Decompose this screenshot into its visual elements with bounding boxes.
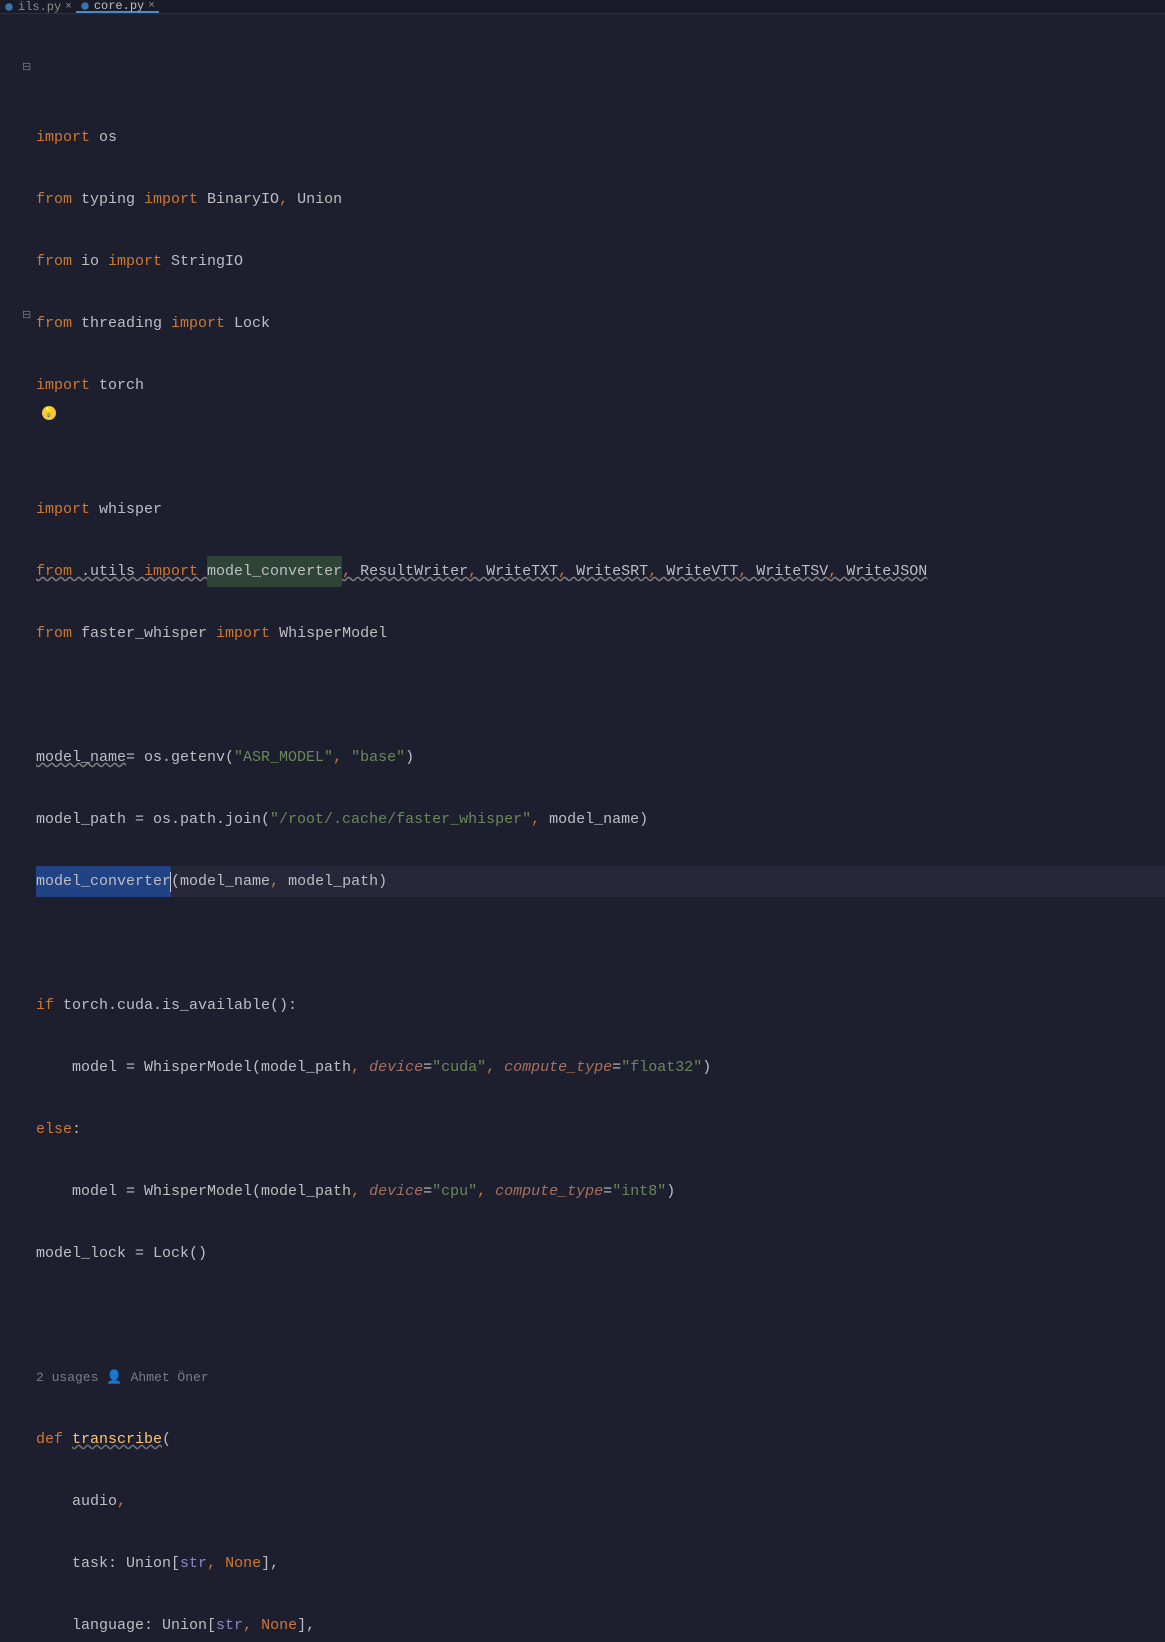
- code-line[interactable]: [36, 680, 1165, 711]
- code-line[interactable]: from typing import BinaryIO, Union: [36, 184, 1165, 215]
- editor-tabs: ils.py × core.py ×: [0, 0, 1165, 14]
- code-line[interactable]: def transcribe(: [36, 1424, 1165, 1455]
- code-line[interactable]: else:: [36, 1114, 1165, 1145]
- code-area[interactable]: import os from typing import BinaryIO, U…: [34, 14, 1165, 821]
- code-line[interactable]: model_name= os.getenv("ASR_MODEL", "base…: [36, 742, 1165, 773]
- tab-label: ils.py: [18, 0, 61, 14]
- close-icon[interactable]: ×: [148, 0, 155, 12]
- gutter: ⊟ ⊟ 💡: [0, 14, 34, 821]
- code-line[interactable]: [36, 928, 1165, 959]
- close-icon[interactable]: ×: [65, 1, 72, 13]
- code-line[interactable]: audio,: [36, 1486, 1165, 1517]
- tab-file-2[interactable]: core.py ×: [76, 0, 159, 13]
- code-line[interactable]: if torch.cuda.is_available():: [36, 990, 1165, 1021]
- lightbulb-icon[interactable]: 💡: [42, 406, 56, 420]
- tab-file-1[interactable]: ils.py ×: [0, 0, 76, 13]
- fold-icon[interactable]: ⊟: [22, 60, 31, 74]
- code-line[interactable]: task: Union[str, None],: [36, 1548, 1165, 1579]
- code-editor[interactable]: ⊟ ⊟ 💡 import os from typing import Binar…: [0, 14, 1165, 821]
- python-file-icon: [80, 1, 90, 11]
- code-line[interactable]: from io import StringIO: [36, 246, 1165, 277]
- code-line[interactable]: import whisper: [36, 494, 1165, 525]
- tab-label: core.py: [94, 0, 144, 13]
- python-file-icon: [4, 2, 14, 12]
- scrollbar[interactable]: [1155, 0, 1165, 821]
- code-line[interactable]: model = WhisperModel(model_path, device=…: [36, 1176, 1165, 1207]
- fold-icon[interactable]: ⊟: [22, 308, 31, 322]
- code-line[interactable]: import os: [36, 122, 1165, 153]
- code-line[interactable]: model_lock = Lock(): [36, 1238, 1165, 1269]
- code-line-current[interactable]: model_converter(model_name, model_path): [36, 866, 1165, 897]
- code-line[interactable]: [36, 432, 1165, 463]
- code-line[interactable]: model_path = os.path.join("/root/.cache/…: [36, 804, 1165, 835]
- code-line[interactable]: language: Union[str, None],: [36, 1610, 1165, 1641]
- usages-hint[interactable]: 2 usages: [36, 1362, 98, 1393]
- code-line[interactable]: from threading import Lock: [36, 308, 1165, 339]
- code-line[interactable]: model = WhisperModel(model_path, device=…: [36, 1052, 1165, 1083]
- code-line[interactable]: from faster_whisper import WhisperModel: [36, 618, 1165, 649]
- author-hint[interactable]: Ahmet Öner: [131, 1362, 209, 1393]
- person-icon: 👤: [106, 1362, 122, 1393]
- inlay-hints[interactable]: 2 usages 👤 Ahmet Öner: [36, 1362, 1165, 1393]
- code-line[interactable]: import torch: [36, 370, 1165, 401]
- code-line[interactable]: from .utils import model_converter, Resu…: [36, 556, 1165, 587]
- code-line[interactable]: [36, 1300, 1165, 1331]
